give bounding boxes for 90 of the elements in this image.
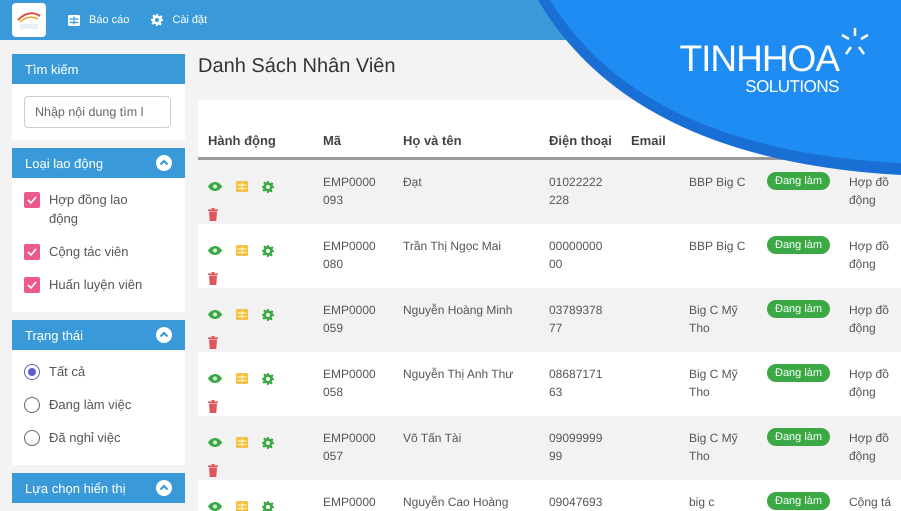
table-cell-text: EMP0000080 xyxy=(322,238,377,273)
table-cell-text: EMP0000093 xyxy=(322,174,377,209)
option-label: Cộng tác viên xyxy=(49,243,130,261)
gear-icon[interactable] xyxy=(262,500,274,511)
checkbox[interactable] xyxy=(24,244,40,260)
table-cell-text: Cộng tá xyxy=(848,494,892,511)
table-cell-text: EMP0000057 xyxy=(322,430,377,465)
gear-icon xyxy=(151,14,164,26)
gear-icon[interactable] xyxy=(262,180,274,192)
column-header[interactable]: Email xyxy=(621,133,679,157)
radio-button[interactable] xyxy=(24,397,40,413)
panel-title: Tìm kiếm xyxy=(25,62,78,76)
option-label: Tất cả xyxy=(49,363,86,381)
checkbox[interactable] xyxy=(24,192,40,208)
panel-title: Lựa chọn hiển thị xyxy=(25,480,126,496)
radio-button[interactable] xyxy=(24,364,40,380)
table-cell-text: Võ Tấn Tài xyxy=(402,430,462,447)
table-cell-text: Big C Mỹ Tho xyxy=(688,430,739,465)
brand-name: TINHHOA xyxy=(680,40,839,78)
eye-icon[interactable] xyxy=(208,246,222,255)
panel-header[interactable]: Lựa chọn hiển thị xyxy=(12,473,185,503)
table-cell-text: BBP Big C xyxy=(688,174,746,191)
panel-title: Trạng thái xyxy=(25,328,84,342)
search-field[interactable]: Nhập nội dung tìm l xyxy=(24,96,171,128)
menu-item[interactable]: Cài đặt xyxy=(151,14,208,26)
table-cell-text: Hợp đồ động xyxy=(848,366,890,401)
column-header[interactable]: Hành động xyxy=(198,133,313,157)
checkbox[interactable] xyxy=(24,277,40,293)
status-badge: Đang làm xyxy=(767,236,830,254)
column-header[interactable]: Điện thoại xyxy=(539,133,621,157)
table-cell-text: Nguyễn Cao Hoàng xyxy=(402,494,510,511)
table-cell-text: Đạt xyxy=(402,174,423,191)
menu-item[interactable]: Báo cáo xyxy=(68,14,130,26)
column-header[interactable]: Mã xyxy=(313,133,393,157)
table-cell-text: Nguyễn Thị Anh Thư xyxy=(402,366,514,383)
table-cell-text: EMP0000 xyxy=(322,494,377,511)
table-icon xyxy=(68,14,80,26)
option-label: Huấn luyện viên xyxy=(49,276,144,294)
table-cell-text: 0868717163 xyxy=(548,366,604,401)
chevron-up-icon[interactable] xyxy=(156,480,172,496)
status-badge: Đang làm xyxy=(767,172,830,190)
table-cell-text: Nguyễn Hoàng Minh xyxy=(402,302,514,319)
gear-icon[interactable] xyxy=(262,308,274,320)
table-cell-text: 0909999999 xyxy=(548,430,604,465)
chevron-up-icon[interactable] xyxy=(156,327,172,343)
table-cell-text: Big C Mỹ Tho xyxy=(688,366,739,401)
table-cell-text: BBP Big C xyxy=(688,238,746,255)
panel-header[interactable]: Loại lao động xyxy=(12,148,185,178)
app-logo[interactable] xyxy=(12,3,46,37)
gear-icon[interactable] xyxy=(262,436,274,448)
option-label: Hợp đồng lao động xyxy=(49,191,129,228)
status-badge: Đang làm xyxy=(767,428,830,446)
table-cell-text: EMP0000058 xyxy=(322,366,377,401)
eye-icon[interactable] xyxy=(208,502,222,511)
gear-icon[interactable] xyxy=(262,372,274,384)
eye-icon[interactable] xyxy=(208,310,222,319)
trash-icon[interactable] xyxy=(208,464,218,476)
status-badge: Đang làm xyxy=(767,492,830,510)
table-cell-text: 0378937877 xyxy=(548,302,604,337)
table-cell-text: Trần Thị Ngọc Mai xyxy=(402,238,502,255)
panel-header[interactable]: Tìm kiếm xyxy=(12,54,185,84)
table-cell-text: Hợp đồ động xyxy=(848,174,890,209)
status-badge: Đang làm xyxy=(767,300,830,318)
eye-icon[interactable] xyxy=(208,182,222,191)
panel-title: Loại lao động xyxy=(25,156,104,170)
table-cell-text: 0000000000 xyxy=(548,238,604,273)
eye-icon[interactable] xyxy=(208,438,222,447)
trash-icon[interactable] xyxy=(208,272,218,284)
table-cell-text: Hợp đồ động xyxy=(848,238,890,273)
eye-icon[interactable] xyxy=(208,374,222,383)
column-header[interactable]: Họ và tên xyxy=(393,133,539,157)
table-cell-text: 09047693 xyxy=(548,494,604,511)
table-cell-text: 01022222228 xyxy=(548,174,604,209)
chevron-up-icon[interactable] xyxy=(156,155,172,171)
table-cell-text: big c xyxy=(688,494,716,511)
table-cell-text: Big C Mỹ Tho xyxy=(688,302,739,337)
table-cell-text: EMP0000059 xyxy=(322,302,377,337)
page-title: Danh Sách Nhân Viên xyxy=(198,54,396,78)
panel-header[interactable]: Trạng thái xyxy=(12,320,185,350)
option-label: Đã nghỉ việc xyxy=(49,429,122,447)
brand-tagline: SOLUTIONS xyxy=(745,78,839,96)
table-cell-text: Hợp đồ động xyxy=(848,430,890,465)
radio-button[interactable] xyxy=(24,430,40,446)
trash-icon[interactable] xyxy=(208,208,218,220)
trash-icon[interactable] xyxy=(208,400,218,412)
trash-icon[interactable] xyxy=(208,336,218,348)
gear-icon[interactable] xyxy=(262,244,274,256)
status-badge: Đang làm xyxy=(767,364,830,382)
option-label: Đang làm việc xyxy=(49,396,132,414)
table-cell-text: Hợp đồ động xyxy=(848,302,890,337)
